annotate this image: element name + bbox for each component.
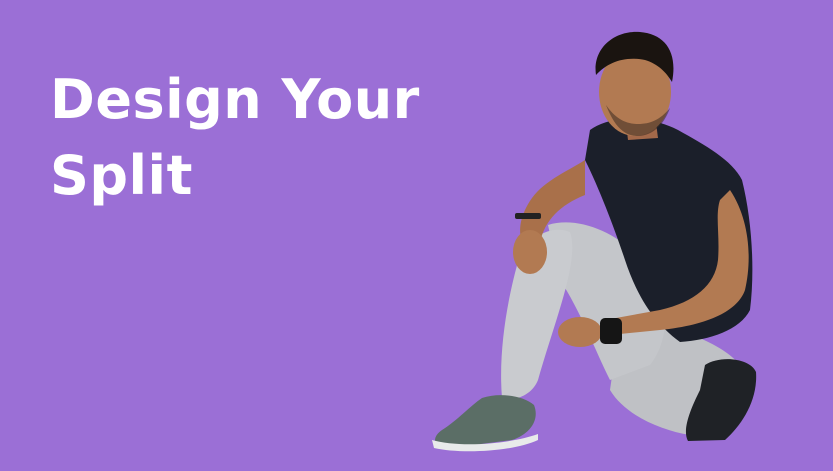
man-crouching-photo xyxy=(432,31,757,452)
promo-banner: Design Your Split xyxy=(0,0,833,471)
headline-line-2: Split xyxy=(50,144,193,207)
watch xyxy=(600,318,622,344)
banner-headline: Design Your Split xyxy=(50,62,450,214)
left-hand xyxy=(513,230,547,274)
wristband xyxy=(515,213,541,219)
headline-line-1: Design Your xyxy=(50,68,420,131)
right-hand xyxy=(558,317,602,347)
